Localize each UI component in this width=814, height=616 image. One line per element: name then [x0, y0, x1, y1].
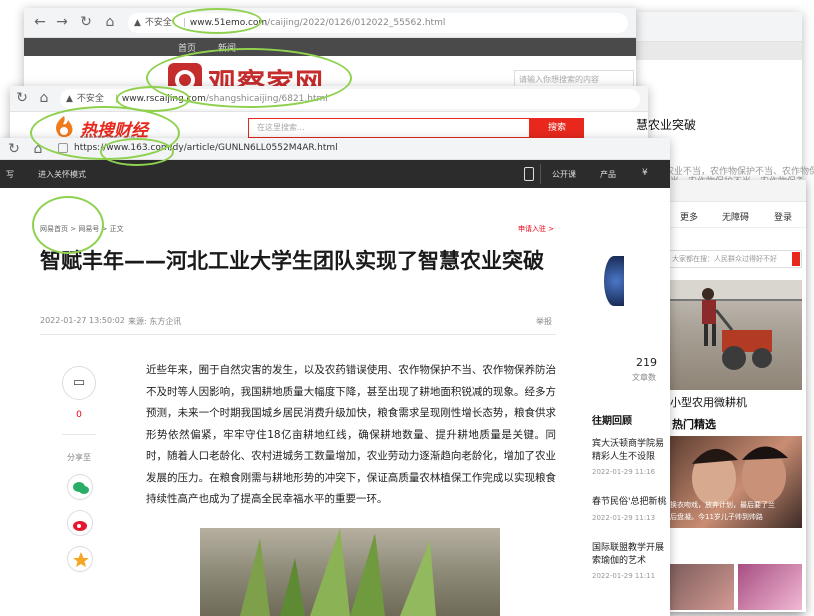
- article-source: 来源: 东方企讯: [128, 317, 182, 326]
- reload-icon[interactable]: ↻: [14, 90, 30, 106]
- nav-accessibility[interactable]: 无障碍: [722, 210, 749, 223]
- past-item-1-date: 2022-01-29 11:16: [592, 468, 656, 476]
- flame-logo-icon: [50, 114, 78, 140]
- browser-window-163-main: ↻ ⌂ https://www.163.com/dy/article/GUNLN…: [0, 138, 670, 616]
- thumb-image-2[interactable]: [738, 564, 802, 610]
- reload-icon[interactable]: ↻: [6, 141, 22, 157]
- url-field[interactable]: ▲ 不安全 | www.rscaijing.com/shangshicaijing/…: [60, 89, 640, 109]
- side-article-label: 文章数: [632, 373, 656, 382]
- lock-icon: [58, 143, 68, 153]
- address-bar: ← → ↻ ⌂ ▲ 不安全 | www.51emo.com/caijing/2022…: [24, 8, 636, 38]
- browser-window-163-sidebar: 更多 无障碍 登录 大家都在搜：人民群众过得好不好 小型农用微耕机 热门精选 换…: [666, 180, 806, 612]
- search-button[interactable]: 搜索: [530, 118, 584, 138]
- past-item-2-title[interactable]: 春节民俗'总把新桃: [592, 494, 666, 507]
- favorite-icon[interactable]: [67, 546, 93, 572]
- nav-login[interactable]: 登录: [774, 210, 792, 223]
- past-item-1-sub[interactable]: 精彩人生不设限: [592, 449, 655, 462]
- share-label: 分享至: [67, 453, 91, 462]
- weibo-icon[interactable]: [67, 510, 93, 536]
- news-image[interactable]: [668, 280, 802, 390]
- hot-section-title: 热门精选: [672, 418, 716, 431]
- url-field[interactable]: ▲ 不安全 | www.51emo.com/caijing/2022/0126/01…: [128, 13, 628, 33]
- past-item-2-date: 2022-01-29 11:13: [592, 514, 656, 522]
- nav-write[interactable]: 写: [6, 169, 14, 180]
- past-item-3-title[interactable]: 国际联盟教学开展: [592, 540, 664, 553]
- nav-more[interactable]: 更多: [680, 210, 698, 223]
- phone-icon[interactable]: [524, 167, 534, 181]
- breadcrumb[interactable]: 网易首页 > 网易号 > 正文: [40, 224, 124, 234]
- screenshot-collage: 别农业不当，农作物保护不当、农作物保养 ← → ↻ ⌂ ▲不安全 |www.51…: [0, 0, 814, 616]
- comment-icon[interactable]: ▭: [62, 366, 96, 400]
- nav-care-mode[interactable]: 进入关怀模式: [38, 169, 86, 180]
- site-top-nav: 写 进入关怀模式 公开课 产品 ¥: [0, 160, 670, 188]
- article-title: 智赋丰年——河北工业大学生团队实现了智慧农业突破: [40, 249, 544, 273]
- article-date: 2022-01-27 13:50:02: [40, 316, 125, 325]
- address-bar: ↻ ⌂ ▲ 不安全 | www.rscaijing.com/shangshicaij…: [10, 86, 648, 112]
- warning-icon: ▲: [66, 94, 73, 104]
- thumb-image-1[interactable]: [668, 564, 734, 610]
- url-path: /shangshicaijing/6821.html: [205, 94, 328, 104]
- nav-open-course[interactable]: 公开课: [552, 169, 576, 180]
- nav-products[interactable]: 产品: [600, 169, 616, 180]
- article-snippet: 别农业不当，农作物保护不当、农作物保养: [656, 167, 814, 177]
- home-icon[interactable]: ⌂: [102, 14, 118, 30]
- apply-link[interactable]: 申请入驻 >: [518, 224, 554, 234]
- search-input[interactable]: 在这里搜索...: [248, 118, 530, 138]
- search-input[interactable]: 大家都在搜：人民群众过得好不好: [668, 250, 802, 268]
- author-avatar[interactable]: [604, 256, 624, 306]
- home-icon[interactable]: ⌂: [30, 141, 46, 157]
- headline-partial: 慧农业突破: [636, 118, 697, 132]
- past-item-3-sub[interactable]: 索瑜伽的艺术: [592, 553, 646, 566]
- url-host: www.rscaijing.com: [121, 94, 206, 104]
- report-link[interactable]: 举报: [536, 316, 552, 327]
- forward-icon[interactable]: →: [54, 14, 70, 30]
- side-article-count: 219: [636, 356, 657, 369]
- past-item-3-date: 2022-01-29 11:11: [592, 572, 656, 580]
- url-host: www.51emo.com: [189, 18, 268, 28]
- article-image[interactable]: [200, 528, 500, 616]
- hot-caption-1: 换衣吻戏，放弃计划，最后要了兰: [670, 501, 775, 509]
- past-title: 往期回顾: [592, 416, 632, 427]
- divider: [40, 334, 556, 335]
- warning-icon: ▲: [134, 18, 141, 28]
- url-path: /caijing/2022/0126/012022_55562.html: [267, 18, 446, 28]
- url-field[interactable]: https://www.163.com/dy/article/GUNLN6LL0…: [74, 143, 338, 153]
- comment-count: 0: [76, 410, 82, 420]
- top-strip: [630, 42, 802, 60]
- nav-home[interactable]: 首页: [178, 41, 196, 54]
- news-caption[interactable]: 小型农用微耕机: [670, 394, 747, 410]
- site-nav: 首页 新闻: [24, 38, 636, 56]
- past-item-1-title[interactable]: 宾大沃顿商学院易: [592, 436, 664, 449]
- back-icon[interactable]: ←: [32, 14, 48, 30]
- search-button[interactable]: [792, 252, 800, 266]
- home-icon[interactable]: ⌂: [36, 90, 52, 106]
- hot-image[interactable]: 换衣吻戏，放弃计划，最后要了兰 后盘凝。今11岁儿子帅到帅路: [668, 436, 802, 528]
- address-bar: [630, 12, 802, 42]
- reload-icon[interactable]: ↻: [78, 14, 94, 30]
- hot-caption-2: 后盘凝。今11岁儿子帅到帅路: [670, 513, 763, 521]
- address-bar: ↻ ⌂ https://www.163.com/dy/article/GUNLN…: [0, 138, 670, 160]
- article-body: 近些年来，囿于自然灾害的发生，以及农药错误使用、农作物保护不当、农作物保养防治不…: [146, 364, 556, 505]
- top-nav: 更多 无障碍 登录: [666, 202, 806, 228]
- currency-icon[interactable]: ¥: [642, 168, 648, 178]
- nav-news[interactable]: 新闻: [218, 41, 236, 54]
- wechat-icon[interactable]: [67, 474, 93, 500]
